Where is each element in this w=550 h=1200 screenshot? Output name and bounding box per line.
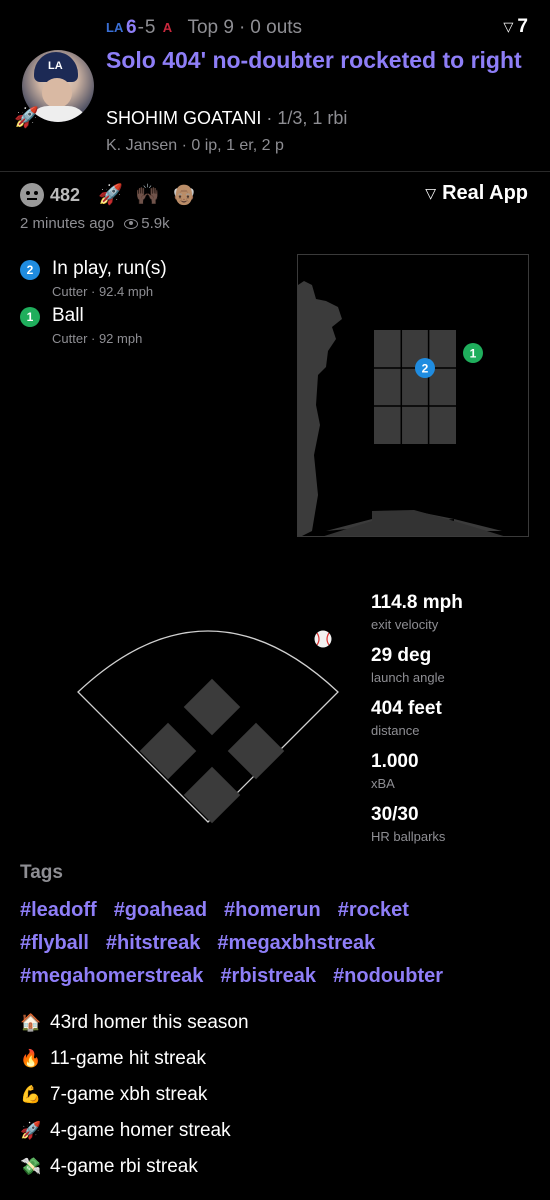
pitch-number-badge: 1	[20, 307, 40, 327]
tag-link[interactable]: #rocket	[338, 899, 409, 921]
pitch-count-value: 7	[517, 16, 528, 37]
real-app-label: Real App	[442, 182, 528, 204]
neutral-face-icon[interactable]	[20, 183, 44, 207]
tag-row: #megahomerstreak #rbistreak #nodoubter	[20, 965, 460, 988]
batter-stats: · 1/3, 1 rbi	[261, 108, 348, 128]
stat-value: 114.8 mph	[371, 592, 463, 613]
milestone-item: 💪 7-game xbh streak	[20, 1084, 207, 1106]
tag-link[interactable]: #hitstreak	[106, 932, 201, 954]
pitch-result: In play, run(s)	[52, 258, 167, 279]
fire-icon: 🔥	[20, 1049, 42, 1068]
second-base-square	[183, 678, 241, 736]
house-icon: 🏠	[20, 1013, 42, 1032]
tags-heading: Tags	[20, 862, 63, 883]
home-base-square	[183, 766, 241, 824]
money-wings-icon: 💸	[20, 1157, 42, 1176]
milestone-text: 11-game hit streak	[50, 1048, 206, 1069]
view-count: 5.9k	[141, 215, 170, 232]
pitcher-line[interactable]: K. Jansen · 0 ip, 1 er, 2 p	[106, 137, 284, 155]
flexed-biceps-icon: 💪	[20, 1085, 42, 1104]
face-shape	[42, 78, 72, 108]
milestone-text: 7-game xbh streak	[50, 1084, 208, 1105]
stat-launch-angle: 29 deg launch angle	[371, 645, 445, 685]
raised-hands-reaction-icon[interactable]: 🙌🏿	[135, 183, 160, 207]
old-man-reaction-icon[interactable]: 👴🏽	[172, 183, 197, 207]
stat-exit-velocity: 114.8 mph exit velocity	[371, 592, 463, 632]
pitch-detail: Cutter · 92.4 mph	[52, 284, 154, 299]
play-headline[interactable]: Solo 404' no-doubter rocketed to right	[106, 46, 526, 74]
tag-link[interactable]: #homerun	[224, 899, 321, 921]
milestone-item: 💸 4-game rbi streak	[20, 1156, 198, 1178]
separator-dot: ·	[238, 17, 246, 38]
tag-link[interactable]: #leadoff	[20, 899, 97, 921]
rocket-icon: 🚀	[14, 107, 39, 129]
tag-link[interactable]: #rbistreak	[220, 965, 316, 987]
play-header: 🚀 LA 6 - 5 A Top 9 · 0 outs ▽ 7 Solo 404…	[0, 0, 550, 172]
milestone-item: 🔥 11-game hit streak	[20, 1048, 206, 1070]
milestone-text: 43rd homer this season	[50, 1012, 249, 1033]
stat-value: 30/30	[371, 804, 419, 825]
pitch-list-item[interactable]: 1 Ball Cutter · 92 mph	[20, 305, 280, 349]
stat-label: HR ballparks	[371, 829, 446, 844]
svg-text:1: 1	[470, 347, 477, 361]
filter-icon: ▽	[503, 19, 514, 34]
stat-label: exit velocity	[371, 617, 439, 632]
strike-zone-graphic: 2 1	[298, 281, 504, 536]
real-app-logo-icon: ▽	[425, 185, 437, 201]
stat-hr-ballparks: 30/30 HR ballparks	[371, 804, 445, 844]
stat-label: distance	[371, 723, 420, 738]
rocket-reaction-icon[interactable]: 🚀	[98, 183, 123, 207]
milestone-text: 4-game rbi streak	[50, 1156, 198, 1177]
inning-label: Top 9	[187, 17, 234, 38]
milestone-item: 🏠 43rd homer this season	[20, 1012, 249, 1034]
pitch-count-badge[interactable]: ▽ 7	[503, 16, 528, 38]
dodgers-logo-icon: LA	[106, 20, 124, 35]
stat-value: 404 feet	[371, 698, 442, 719]
pitch-number-badge: 2	[20, 260, 40, 280]
away-score: 6	[126, 17, 137, 38]
real-app-link[interactable]: ▽ Real App	[425, 182, 528, 205]
score-separator: -	[137, 17, 144, 38]
milestone-text: 4-game homer streak	[50, 1120, 231, 1141]
reaction-count: 482	[50, 184, 81, 205]
batter-silhouette	[298, 281, 342, 536]
zone-grid	[374, 330, 456, 444]
tag-link[interactable]: #flyball	[20, 932, 89, 954]
first-base-square	[227, 722, 285, 780]
stat-value: 1.000	[371, 751, 419, 772]
milestone-item: 🚀 4-game homer streak	[20, 1120, 231, 1142]
eye-icon	[124, 218, 139, 229]
stat-label: xBA	[371, 776, 395, 791]
pitch-list-item[interactable]: 2 In play, run(s) Cutter · 92.4 mph	[20, 258, 280, 302]
tag-link[interactable]: #megaxbhstreak	[217, 932, 375, 954]
stat-label: launch angle	[371, 670, 445, 685]
strike-zone-panel[interactable]: 2 1	[297, 254, 529, 537]
tag-row: #leadoff #goahead #homerun #rocket	[20, 899, 426, 922]
spray-chart[interactable]	[70, 600, 350, 830]
tag-link[interactable]: #nodoubter	[333, 965, 443, 987]
angels-logo-icon: A	[162, 20, 173, 35]
stat-distance: 404 feet distance	[371, 698, 442, 738]
pitch-result: Ball	[52, 305, 84, 326]
third-base-square	[139, 722, 197, 780]
batter-name[interactable]: SHOHIM GOATANI	[106, 108, 261, 128]
stat-xba: 1.000 xBA	[371, 751, 419, 791]
tag-link[interactable]: #megahomerstreak	[20, 965, 203, 987]
home-score: 5	[144, 17, 156, 38]
scoreline: LA 6 - 5 A Top 9 · 0 outs	[106, 16, 302, 40]
baseball-icon	[314, 630, 332, 648]
batter-line: SHOHIM GOATANI · 1/3, 1 rbi	[106, 108, 347, 129]
reactions-row: 482 🚀 🙌🏿 👴🏽	[20, 182, 209, 208]
rocket-icon: 🚀	[20, 1121, 42, 1140]
outs-label: 0 outs	[250, 17, 303, 38]
tag-link[interactable]: #goahead	[114, 899, 207, 921]
pitch-detail: Cutter · 92 mph	[52, 331, 143, 346]
timestamp-row: 2 minutes ago 5.9k	[20, 215, 170, 232]
time-ago: 2 minutes ago	[20, 215, 115, 232]
stat-value: 29 deg	[371, 645, 432, 666]
tag-row: #flyball #hitstreak #megaxbhstreak	[20, 932, 392, 955]
svg-text:2: 2	[422, 362, 429, 376]
